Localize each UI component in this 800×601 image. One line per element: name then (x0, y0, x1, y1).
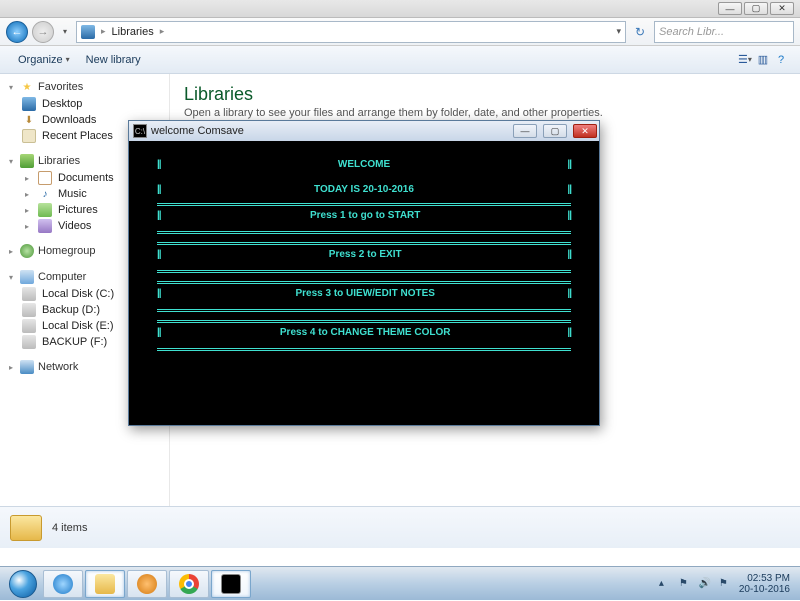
cmd-maximize-button[interactable]: ▢ (543, 124, 567, 138)
close-button[interactable]: ✕ (770, 2, 794, 15)
recent-icon (22, 129, 36, 143)
breadcrumb-sep: ▸ (101, 26, 106, 37)
windows-orb-icon (9, 570, 37, 598)
homegroup-icon (20, 244, 34, 258)
star-icon: ★ (20, 80, 34, 94)
minimize-button[interactable]: — (718, 2, 742, 15)
mediaplayer-icon (137, 574, 157, 594)
downloads-icon: ⬇ (22, 113, 36, 127)
folder-icon (95, 574, 115, 594)
cmd-output: ||WELCOME|| ||TODAY IS 20-10-2016|| ||Pr… (129, 141, 599, 362)
documents-icon (38, 171, 52, 185)
nav-history-dropdown[interactable]: ▾ (58, 21, 72, 43)
cmd-menu-1: Press 1 to go to START (163, 208, 567, 223)
taskbar-ie[interactable] (43, 570, 83, 598)
system-tray: ▴ ⚑ 🔊 ⚑ 02:53 PM 20-10-2016 (659, 573, 796, 595)
taskbar-explorer[interactable] (85, 570, 125, 598)
desktop-icon (22, 97, 36, 111)
item-count: 4 items (52, 522, 87, 534)
details-pane: 4 items (0, 506, 800, 548)
cmd-menu-4: Press 4 to CHANGE THEME COLOR (163, 325, 567, 340)
libraries-icon (20, 154, 34, 168)
location-icon (81, 25, 95, 39)
view-options-icon[interactable]: ☰▾ (736, 51, 754, 69)
flag-icon[interactable]: ⚑ (679, 578, 691, 590)
back-button[interactable]: ← (6, 21, 28, 43)
show-hidden-icon[interactable]: ▴ (659, 578, 671, 590)
videos-icon (38, 219, 52, 233)
network-icon (20, 360, 34, 374)
taskbar: ▴ ⚑ 🔊 ⚑ 02:53 PM 20-10-2016 (0, 566, 800, 600)
disk-icon (22, 335, 36, 349)
cmd-menu-3: Press 3 to UIEW/EDIT NOTES (163, 286, 567, 301)
computer-icon (20, 270, 34, 284)
chrome-icon (179, 574, 199, 594)
music-icon: ♪ (38, 187, 52, 201)
disk-icon (22, 287, 36, 301)
folder-icon (10, 515, 42, 541)
cmd-icon (221, 574, 241, 594)
breadcrumb-segment[interactable]: Libraries (112, 26, 154, 38)
refresh-button[interactable]: ↻ (630, 22, 650, 42)
cmd-title-icon: C:\ (133, 124, 147, 138)
page-title: Libraries (184, 84, 786, 105)
search-input[interactable]: Search Libr... (654, 21, 794, 43)
favorites-header[interactable]: ▾★Favorites (0, 78, 169, 96)
disk-icon (22, 303, 36, 317)
address-bar[interactable]: ▸ Libraries ▸ ▾ (76, 21, 626, 43)
ie-icon (53, 574, 73, 594)
network-tray-icon[interactable]: ⚑ (719, 578, 731, 590)
cmd-title-text: welcome Comsave (151, 125, 244, 137)
breadcrumb-sep: ▸ (160, 26, 165, 37)
disk-icon (22, 319, 36, 333)
cmd-title-bar[interactable]: C:\ welcome Comsave — ▢ ✕ (129, 121, 599, 141)
start-button[interactable] (4, 567, 42, 601)
cmd-close-button[interactable]: ✕ (573, 124, 597, 138)
clock[interactable]: 02:53 PM 20-10-2016 (739, 573, 790, 595)
maximize-button[interactable]: ▢ (744, 2, 768, 15)
taskbar-mediaplayer[interactable] (127, 570, 167, 598)
cmd-minimize-button[interactable]: — (513, 124, 537, 138)
cmd-menu-2: Press 2 to EXIT (163, 247, 567, 262)
page-subtitle: Open a library to see your files and arr… (184, 107, 786, 119)
taskbar-chrome[interactable] (169, 570, 209, 598)
forward-button[interactable]: → (32, 21, 54, 43)
volume-icon[interactable]: 🔊 (699, 578, 711, 590)
pictures-icon (38, 203, 52, 217)
organize-menu[interactable]: Organize▾ (10, 50, 78, 70)
sidebar-item-desktop[interactable]: Desktop (0, 96, 169, 112)
cmd-window[interactable]: C:\ welcome Comsave — ▢ ✕ ||WELCOME|| ||… (128, 120, 600, 426)
new-library-button[interactable]: New library (78, 50, 149, 70)
nav-bar: ← → ▾ ▸ Libraries ▸ ▾ ↻ Search Libr... (0, 18, 800, 46)
taskbar-cmd[interactable] (211, 570, 251, 598)
help-icon[interactable]: ? (772, 51, 790, 69)
address-dropdown-icon[interactable]: ▾ (616, 26, 621, 37)
preview-pane-icon[interactable]: ▥ (754, 51, 772, 69)
window-title-bar: — ▢ ✕ (0, 0, 800, 18)
command-toolbar: Organize▾ New library ☰▾ ▥ ? (0, 46, 800, 74)
